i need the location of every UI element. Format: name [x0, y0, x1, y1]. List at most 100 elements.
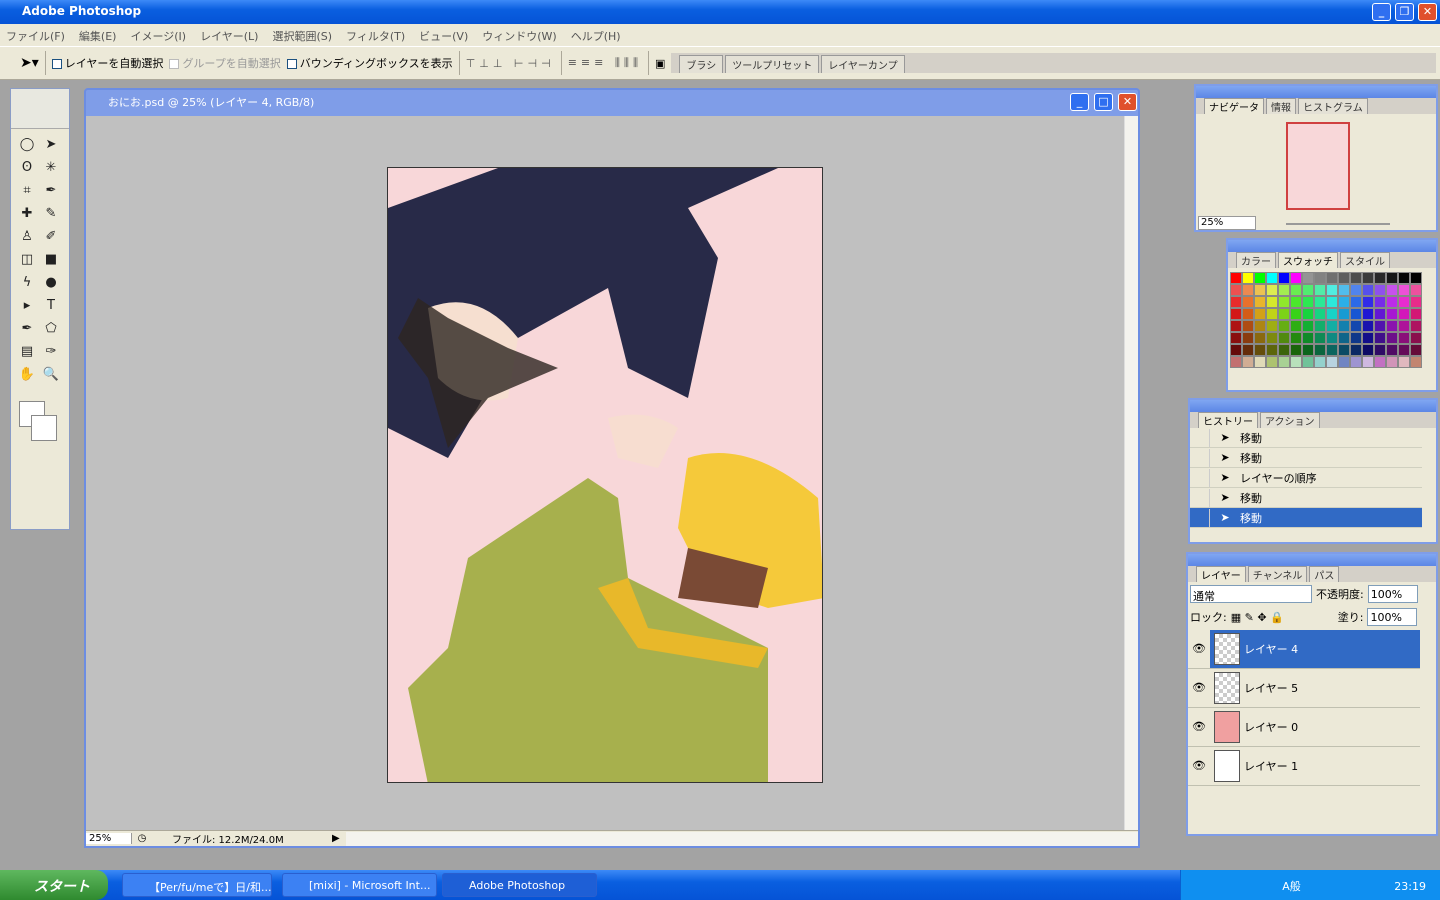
swatch[interactable]	[1362, 308, 1374, 320]
swatch[interactable]	[1278, 356, 1290, 368]
swatch[interactable]	[1230, 356, 1242, 368]
navigator-zoom-slider[interactable]	[1286, 223, 1390, 225]
swatch[interactable]	[1278, 296, 1290, 308]
swatch[interactable]	[1278, 284, 1290, 296]
swatch[interactable]	[1302, 272, 1314, 284]
palette-well-icon[interactable]: ▣	[655, 57, 665, 70]
history-brush-source[interactable]	[1190, 508, 1210, 527]
swatch[interactable]	[1290, 308, 1302, 320]
zoom-field[interactable]: 25%	[86, 833, 132, 844]
tool-icon[interactable]: ✚	[17, 204, 37, 224]
swatch[interactable]	[1374, 272, 1386, 284]
swatch[interactable]	[1230, 284, 1242, 296]
auto-select-group-checkbox[interactable]: グループを自動選択	[169, 55, 281, 71]
swatch[interactable]	[1350, 308, 1362, 320]
swatch[interactable]	[1278, 272, 1290, 284]
well-tab-tool-presets[interactable]: ツールプリセット	[725, 55, 820, 73]
swatch[interactable]	[1242, 272, 1254, 284]
history-item[interactable]: ➤ レイヤーの順序	[1190, 468, 1422, 488]
swatch[interactable]	[1254, 296, 1266, 308]
fill-field[interactable]: 100%	[1367, 608, 1418, 626]
swatch[interactable]	[1374, 356, 1386, 368]
document-horizontal-scrollbar[interactable]	[346, 831, 1138, 846]
swatch[interactable]	[1410, 296, 1422, 308]
minimize-button[interactable]: _	[1372, 3, 1391, 21]
menu-item[interactable]: 編集(E)	[79, 28, 117, 43]
swatch[interactable]	[1266, 272, 1278, 284]
swatch[interactable]	[1242, 344, 1254, 356]
menu-item[interactable]: フィルタ(T)	[346, 28, 405, 43]
swatch[interactable]	[1230, 332, 1242, 344]
panel-tab[interactable]: ヒストリー	[1198, 412, 1258, 428]
swatch[interactable]	[1410, 332, 1422, 344]
swatch[interactable]	[1398, 332, 1410, 344]
swatch[interactable]	[1266, 320, 1278, 332]
well-tab-layer-comps[interactable]: レイヤーカンプ	[821, 55, 905, 73]
swatch[interactable]	[1290, 320, 1302, 332]
tool-icon[interactable]: ✋	[17, 365, 37, 385]
swatch[interactable]	[1266, 284, 1278, 296]
swatch[interactable]	[1314, 356, 1326, 368]
swatch[interactable]	[1242, 332, 1254, 344]
swatch[interactable]	[1302, 308, 1314, 320]
swatch[interactable]	[1326, 332, 1338, 344]
swatch[interactable]	[1314, 272, 1326, 284]
swatch[interactable]	[1374, 308, 1386, 320]
swatch[interactable]	[1242, 296, 1254, 308]
menu-item[interactable]: ヘルプ(H)	[571, 28, 621, 43]
layer-row[interactable]: 👁 レイヤー 0	[1188, 708, 1420, 747]
swatch[interactable]	[1362, 320, 1374, 332]
menu-item[interactable]: ウィンドウ(W)	[482, 28, 556, 43]
background-color-swatch[interactable]	[31, 415, 57, 441]
status-menu-icon[interactable]: ◷	[132, 833, 152, 844]
opacity-field[interactable]: 100%	[1367, 585, 1418, 603]
swatch[interactable]	[1386, 320, 1398, 332]
artwork-canvas[interactable]	[387, 167, 823, 783]
swatch[interactable]	[1314, 332, 1326, 344]
swatch[interactable]	[1410, 284, 1422, 296]
swatch[interactable]	[1350, 332, 1362, 344]
history-item[interactable]: ➤ 移動	[1190, 448, 1422, 468]
swatch[interactable]	[1386, 356, 1398, 368]
tool-icon[interactable]: ➤	[41, 135, 61, 155]
swatch[interactable]	[1362, 332, 1374, 344]
swatch[interactable]	[1386, 332, 1398, 344]
layer-row[interactable]: 👁 レイヤー 5	[1188, 669, 1420, 708]
visibility-eye-icon[interactable]: 👁	[1188, 708, 1210, 746]
swatch[interactable]	[1338, 272, 1350, 284]
panel-tab[interactable]: パス	[1309, 566, 1340, 582]
taskbar-button-photoshop[interactable]: Adobe Photoshop	[442, 873, 597, 897]
lock-icons[interactable]: ▦ ✎ ✥ 🔒	[1231, 611, 1284, 624]
swatch[interactable]	[1386, 296, 1398, 308]
restore-button[interactable]: ❐	[1395, 3, 1414, 21]
swatch[interactable]	[1350, 272, 1362, 284]
swatch[interactable]	[1302, 356, 1314, 368]
swatch[interactable]	[1266, 344, 1278, 356]
swatch[interactable]	[1386, 308, 1398, 320]
history-brush-source[interactable]	[1190, 468, 1210, 487]
swatch[interactable]	[1302, 344, 1314, 356]
swatch[interactable]	[1242, 284, 1254, 296]
swatch[interactable]	[1266, 356, 1278, 368]
tool-icon[interactable]: ■	[41, 250, 61, 270]
swatch[interactable]	[1362, 356, 1374, 368]
swatch[interactable]	[1254, 284, 1266, 296]
swatch[interactable]	[1362, 296, 1374, 308]
swatch[interactable]	[1230, 320, 1242, 332]
swatch[interactable]	[1290, 272, 1302, 284]
swatch-grid[interactable]	[1230, 272, 1422, 368]
swatch[interactable]	[1374, 296, 1386, 308]
swatch[interactable]	[1338, 332, 1350, 344]
tool-icon[interactable]: 🔍	[41, 365, 61, 385]
swatch[interactable]	[1254, 332, 1266, 344]
swatch[interactable]	[1338, 308, 1350, 320]
swatch[interactable]	[1338, 356, 1350, 368]
swatch[interactable]	[1254, 272, 1266, 284]
tool-icon[interactable]: ✑	[41, 342, 61, 362]
menu-item[interactable]: ビュー(V)	[419, 28, 468, 43]
layer-row[interactable]: 👁 レイヤー 1	[1188, 747, 1420, 786]
menu-item[interactable]: レイヤー(L)	[200, 28, 258, 43]
swatch[interactable]	[1290, 332, 1302, 344]
swatch[interactable]	[1302, 284, 1314, 296]
swatch[interactable]	[1314, 320, 1326, 332]
